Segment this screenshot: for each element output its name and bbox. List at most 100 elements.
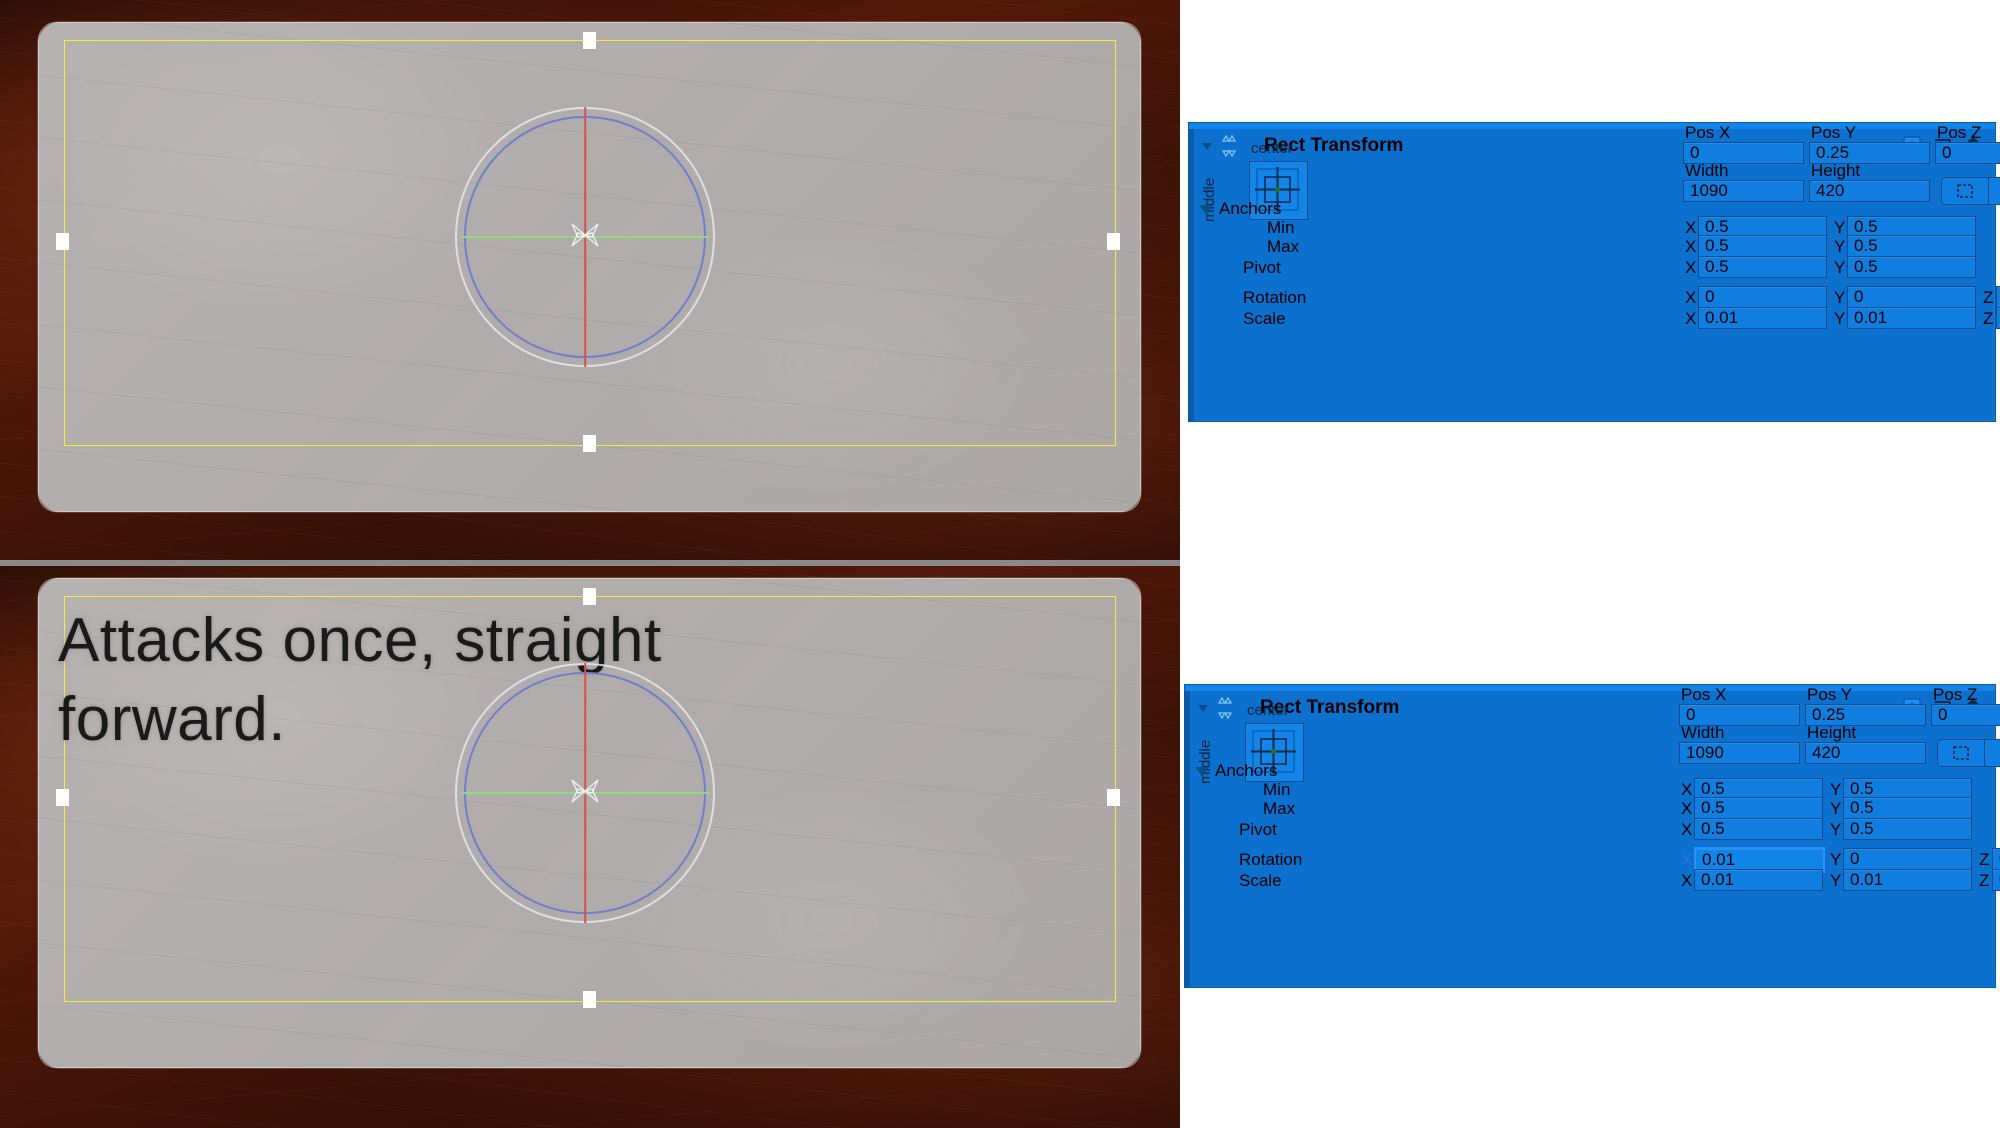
anchor-max-x-input[interactable]: 0.5 [1698, 235, 1827, 257]
height-value: 420 [1812, 743, 1841, 762]
pos-z-input[interactable]: 0 [1935, 142, 2000, 164]
height-label: Height [1811, 161, 1861, 180]
scene-view-bottom[interactable]: Attacks once, straight forward. [0, 566, 1180, 1128]
resize-handle-left[interactable] [56, 789, 69, 806]
anchor-max-y-input[interactable]: 0.5 [1843, 797, 1972, 819]
panel-left-rail [1185, 691, 1190, 987]
anchor-min-label: Min [1263, 780, 1291, 799]
anchors-foldout[interactable]: Anchors [1199, 199, 1281, 219]
scale-y-input[interactable]: 0.01 [1847, 307, 1976, 329]
resize-handle-right[interactable] [1107, 233, 1120, 250]
anchors-foldout-label: Anchors [1219, 199, 1282, 218]
height-input[interactable]: 420 [1809, 180, 1930, 202]
anchor-max-x-input[interactable]: 0.5 [1694, 797, 1823, 819]
anchor-min-y-value: 0.5 [1854, 217, 1878, 236]
raw-button[interactable]: R [1984, 740, 2000, 766]
rotation-z-value: 0 [1993, 849, 2000, 869]
width-input[interactable]: 1090 [1679, 742, 1800, 764]
anchor-max-y-value: 0.5 [1850, 798, 1874, 817]
foldout-triangle-icon[interactable] [1195, 700, 1211, 716]
inspector-rect-transform-bottom[interactable]: Rect Transform ? [1184, 684, 2000, 988]
pivot-label: Pivot [1243, 258, 1281, 277]
blueprint-button[interactable] [1942, 178, 1988, 204]
pivot-x-axis: X [1685, 258, 1697, 277]
height-label: Height [1807, 723, 1857, 742]
anchor-max-y-value: 0.5 [1854, 236, 1878, 255]
pivot-x-input[interactable]: 0.5 [1698, 256, 1827, 278]
height-input[interactable]: 420 [1805, 742, 1926, 764]
pos-y-label: Pos Y [1807, 685, 1853, 704]
blueprint-button[interactable] [1938, 740, 1984, 766]
anchors-foldout[interactable]: Anchors [1195, 761, 1277, 781]
anchor-max-y-axis: Y [1834, 237, 1846, 256]
pos-z-value: 0 [1938, 705, 1948, 724]
pivot-x-input[interactable]: 0.5 [1694, 818, 1823, 840]
anchor-max-x-value: 0.5 [1705, 236, 1729, 255]
anchors-foldout-triangle-icon[interactable] [1195, 766, 1209, 776]
resize-handle-top[interactable] [583, 588, 596, 605]
pivot-label: Pivot [1239, 820, 1277, 839]
foldout-triangle-icon[interactable] [1199, 138, 1215, 154]
anchor-min-x-value: 0.5 [1705, 217, 1729, 236]
pos-z-input[interactable]: 0 [1931, 704, 2000, 726]
scale-label: Scale [1239, 871, 1282, 890]
resize-handle-left[interactable] [56, 233, 69, 250]
rotation-y-value: 0 [1850, 849, 1860, 868]
gizmo-center-star-icon [562, 768, 608, 818]
scale-x-input[interactable]: 0.01 [1698, 307, 1827, 329]
pos-x-value: 0 [1690, 143, 1700, 162]
width-input[interactable]: 1090 [1683, 180, 1804, 202]
scale-x-input[interactable]: 0.01 [1694, 869, 1823, 891]
rotation-gizmo[interactable] [455, 107, 715, 367]
rotation-x-axis: X [1685, 288, 1697, 307]
resize-handle-bottom[interactable] [583, 435, 596, 452]
anchor-max-x-axis: X [1681, 799, 1693, 818]
rotation-z-input[interactable]: 0 [1992, 848, 2000, 870]
raw-button[interactable]: R [1988, 178, 2000, 204]
pivot-y-input[interactable]: 0.5 [1847, 256, 1976, 278]
pos-z-label: Pos Z [1937, 123, 1982, 142]
scale-z-input[interactable]: 0.01 [1992, 869, 2000, 891]
pivot-y-value: 0.5 [1854, 257, 1878, 276]
pos-y-value: 0.25 [1816, 143, 1850, 162]
pos-z-value: 0 [1942, 143, 1952, 162]
pivot-y-axis: Y [1834, 258, 1846, 277]
scale-y-input[interactable]: 0.01 [1843, 869, 1972, 891]
resize-handle-bottom[interactable] [583, 991, 596, 1008]
anchor-preset-horizontal-label: center [1247, 702, 1289, 719]
rotation-x-input[interactable]: 0 [1698, 286, 1827, 308]
scale-label: Scale [1243, 309, 1286, 328]
pivot-y-input[interactable]: 0.5 [1843, 818, 1972, 840]
rotation-x-axis: X [1681, 850, 1693, 869]
inspector-rect-transform-top[interactable]: Rect Transform ? [1188, 122, 2000, 422]
anchor-max-y-input[interactable]: 0.5 [1847, 235, 1976, 257]
anchor-min-y-value: 0.5 [1850, 779, 1874, 798]
pivot-y-value: 0.5 [1850, 819, 1874, 838]
rotation-z-input[interactable]: 0 [1996, 286, 2000, 308]
rotation-y-value: 0 [1854, 287, 1864, 306]
scale-z-input[interactable]: 0.01 [1996, 307, 2000, 329]
rect-transform-icon [1212, 696, 1238, 720]
rotation-y-input[interactable]: 0 [1843, 848, 1972, 870]
resize-handle-right[interactable] [1107, 789, 1120, 806]
width-value: 1090 [1690, 181, 1728, 200]
rotation-z-axis: Z [1983, 288, 1994, 307]
anchor-min-y-axis: Y [1834, 218, 1846, 237]
scene-view-top[interactable] [0, 0, 1180, 566]
anchors-foldout-triangle-icon[interactable] [1199, 204, 1213, 214]
blueprint-raw-button-group[interactable]: R [1937, 739, 2000, 767]
scale-y-axis: Y [1830, 871, 1842, 890]
rotation-y-axis: Y [1834, 288, 1846, 307]
rotation-gizmo[interactable] [455, 663, 715, 923]
rotation-x-value: 0.01 [1702, 850, 1736, 869]
pos-y-label: Pos Y [1811, 123, 1857, 142]
panel-top-strip [1189, 123, 1995, 129]
rotation-y-input[interactable]: 0 [1847, 286, 1976, 308]
resize-handle-top[interactable] [583, 32, 596, 49]
pos-y-value: 0.25 [1812, 705, 1846, 724]
blueprint-raw-button-group[interactable]: R [1941, 177, 2000, 205]
anchor-min-x-value: 0.5 [1701, 779, 1725, 798]
rotation-x-value: 0 [1705, 287, 1715, 306]
scale-y-value: 0.01 [1850, 870, 1884, 889]
scale-z-axis: Z [1983, 309, 1994, 328]
